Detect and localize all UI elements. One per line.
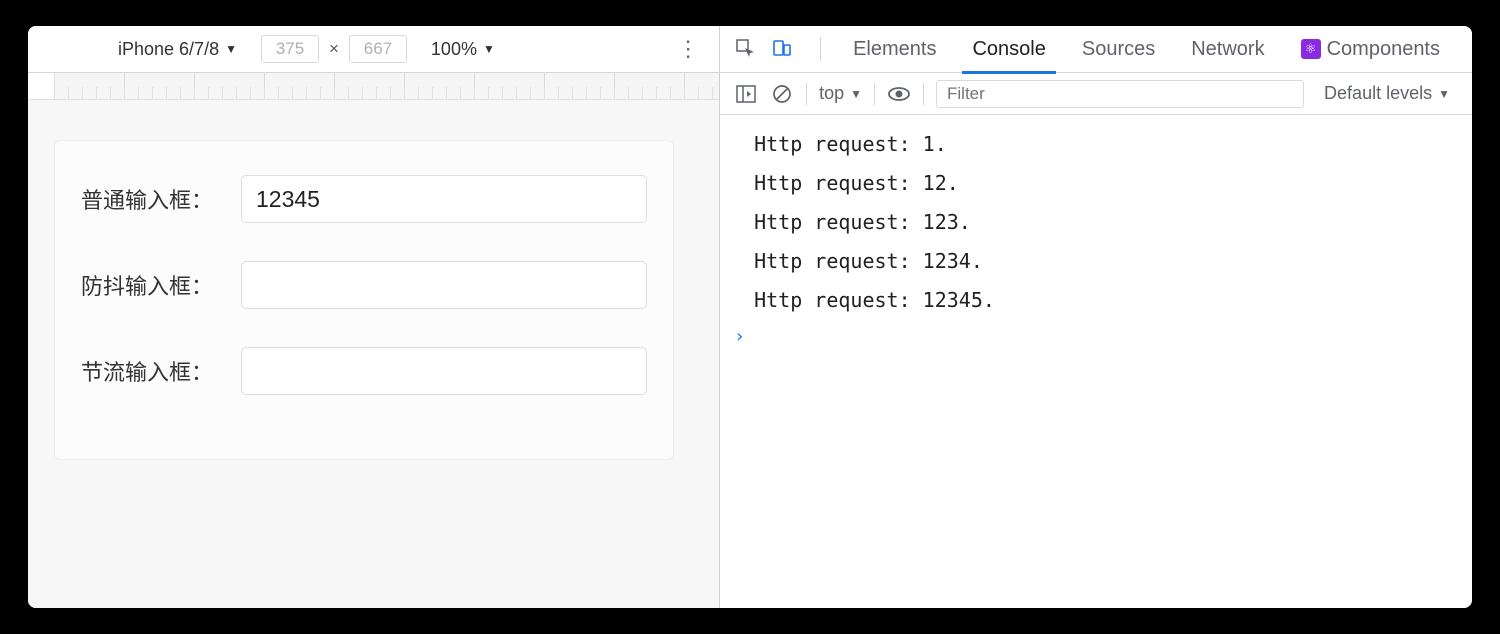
horizontal-ruler bbox=[55, 73, 719, 100]
tab-console-label: Console bbox=[972, 38, 1045, 61]
console-log-line[interactable]: Http request: 12345. bbox=[720, 281, 1472, 320]
throttle-input-label: 节流输入框： bbox=[81, 355, 241, 387]
console-toolbar: top ▼ Default levels ▼ bbox=[720, 73, 1472, 115]
device-select-label: iPhone 6/7/8 bbox=[118, 39, 219, 60]
ruler-corner bbox=[28, 73, 55, 100]
form-card: 普通输入框： 防抖输入框： 节流输入框： bbox=[54, 140, 674, 460]
normal-input[interactable] bbox=[241, 175, 647, 223]
sidebar-toggle-icon[interactable] bbox=[734, 82, 758, 106]
dimension-separator: × bbox=[329, 39, 339, 59]
tab-console[interactable]: Console bbox=[954, 26, 1063, 73]
log-level-label: Default levels bbox=[1324, 83, 1432, 104]
tab-components-label: Components bbox=[1327, 38, 1440, 61]
console-log-line[interactable]: Http request: 12. bbox=[720, 164, 1472, 203]
device-mode-icon[interactable] bbox=[770, 37, 794, 61]
tab-elements[interactable]: Elements bbox=[835, 26, 954, 73]
zoom-label: 100% bbox=[431, 39, 477, 60]
toolbar-separator bbox=[806, 83, 807, 105]
tab-elements-label: Elements bbox=[853, 38, 936, 61]
console-filter-input[interactable] bbox=[936, 80, 1304, 108]
toolbar-separator bbox=[923, 83, 924, 105]
chevron-down-icon: ▼ bbox=[1438, 87, 1450, 101]
console-log-line[interactable]: Http request: 1234. bbox=[720, 242, 1472, 281]
context-label: top bbox=[819, 83, 844, 104]
form-row-debounce: 防抖输入框： bbox=[81, 261, 647, 309]
ruler-row bbox=[28, 73, 719, 100]
react-icon: ⚛ bbox=[1301, 39, 1321, 59]
log-level-select[interactable]: Default levels ▼ bbox=[1316, 83, 1458, 104]
tab-separator bbox=[820, 37, 821, 61]
devtools-tabbar: Elements Console Sources Network ⚛ Compo… bbox=[720, 26, 1472, 73]
height-input[interactable] bbox=[349, 35, 407, 63]
zoom-select[interactable]: 100% ▼ bbox=[431, 39, 495, 60]
console-log-line[interactable]: Http request: 1. bbox=[720, 125, 1472, 164]
tab-components[interactable]: ⚛ Components bbox=[1283, 26, 1458, 73]
inspect-element-icon[interactable] bbox=[734, 37, 758, 61]
throttle-input[interactable] bbox=[241, 347, 647, 395]
live-expression-icon[interactable] bbox=[887, 82, 911, 106]
normal-input-label: 普通输入框： bbox=[81, 183, 241, 215]
debounce-input-label: 防抖输入框： bbox=[81, 269, 241, 301]
debounce-input[interactable] bbox=[241, 261, 647, 309]
dimensions-group: × bbox=[261, 35, 407, 63]
kebab-menu-icon[interactable]: ⋮ bbox=[671, 38, 705, 60]
clear-console-icon[interactable] bbox=[770, 82, 794, 106]
console-log-line[interactable]: Http request: 123. bbox=[720, 203, 1472, 242]
chevron-down-icon: ▼ bbox=[483, 42, 495, 56]
device-emulation-pane: iPhone 6/7/8 ▼ × 100% ▼ ⋮ 普通输入框： bbox=[28, 26, 720, 608]
tab-sources-label: Sources bbox=[1082, 38, 1155, 61]
device-toolbar: iPhone 6/7/8 ▼ × 100% ▼ ⋮ bbox=[28, 26, 719, 73]
form-row-throttle: 节流输入框： bbox=[81, 347, 647, 395]
console-prompt[interactable]: › bbox=[720, 320, 1472, 353]
device-select[interactable]: iPhone 6/7/8 ▼ bbox=[118, 39, 237, 60]
form-row-normal: 普通输入框： bbox=[81, 175, 647, 223]
preview-area: 普通输入框： 防抖输入框： 节流输入框： bbox=[28, 100, 719, 608]
tab-network-label: Network bbox=[1191, 38, 1264, 61]
browser-devtools-window: iPhone 6/7/8 ▼ × 100% ▼ ⋮ 普通输入框： bbox=[28, 26, 1472, 608]
chevron-right-icon: › bbox=[734, 326, 745, 347]
chevron-down-icon: ▼ bbox=[225, 42, 237, 56]
devtools-pane: Elements Console Sources Network ⚛ Compo… bbox=[720, 26, 1472, 608]
chevron-down-icon: ▼ bbox=[850, 87, 862, 101]
tab-sources[interactable]: Sources bbox=[1064, 26, 1173, 73]
console-body: Http request: 1. Http request: 12. Http … bbox=[720, 115, 1472, 608]
toolbar-separator bbox=[874, 83, 875, 105]
width-input[interactable] bbox=[261, 35, 319, 63]
context-select[interactable]: top ▼ bbox=[819, 83, 862, 104]
tab-network[interactable]: Network bbox=[1173, 26, 1282, 73]
